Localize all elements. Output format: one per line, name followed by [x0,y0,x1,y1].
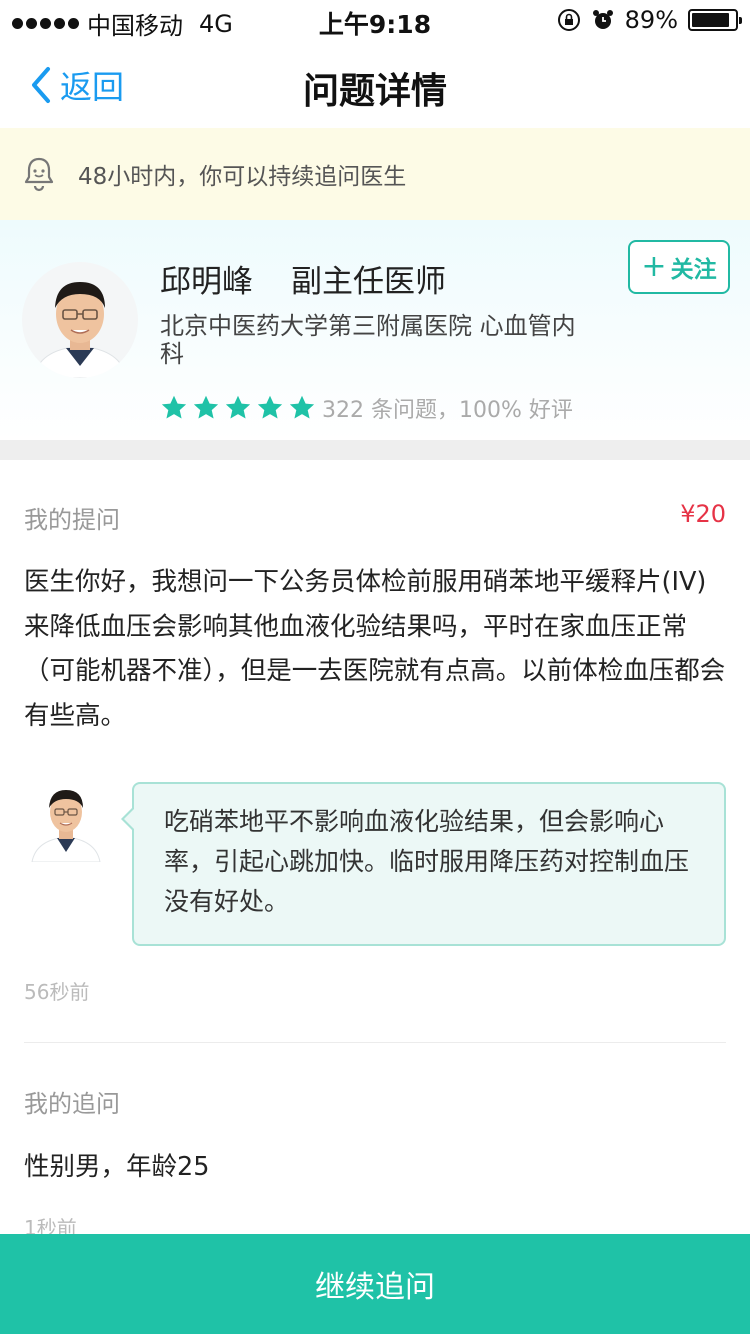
follow-button[interactable]: + 关注 [628,240,730,294]
star-icon [225,395,251,419]
star-icon [257,395,283,419]
followup-label: 我的追问 [24,1090,120,1118]
doctor-name-row: 邱明峰 副主任医师 [160,256,446,301]
doctor-title: 副主任医师 [291,264,446,300]
doctor-name: 邱明峰 [160,264,253,300]
notice-text: 48小时内，你可以持续追问医生 [78,164,407,190]
doctor-photo-small [28,778,104,862]
question-label: 我的提问 [24,506,120,534]
plus-icon: + [641,249,667,284]
doctor-avatar[interactable] [22,262,138,378]
nav-bar: 返回 问题详情 [0,40,750,128]
notice-banner: 48小时内，你可以持续追问医生 [0,128,750,220]
section-divider [0,440,750,460]
divider-line [24,1042,726,1043]
question-text: 医生你好，我想问一下公务员体检前服用硝苯地平缓释片(IV)来降低血压会影响其他血… [24,567,726,731]
question-price: ¥20 [680,500,726,528]
star-icon [193,395,219,419]
page-title: 问题详情 [302,71,447,112]
rating-stars [160,394,320,422]
doctor-card[interactable]: 邱明峰 副主任医师 北京中医药大学第三附属医院 心血管内科 + 关注 322 条问… [0,220,750,440]
answer-bubble: 吃硝苯地平不影响血液化验结果，但会影响心率，引起心跳加快。临时服用降压药对控制血… [121,782,726,946]
continue-ask-button[interactable]: 继续追问 [0,1234,750,1334]
star-icon [161,395,187,419]
answer-time: 56秒前 [24,980,90,1004]
doctor-rating: 322 条问题，100% 好评 [160,392,573,424]
rating-text: 322 条问题，100% 好评 [322,398,573,423]
doctor-photo [22,262,138,378]
battery-fill [692,13,730,27]
answer-text: 吃硝苯地平不影响血液化验结果，但会影响心率，引起心跳加快。临时服用降压药对控制血… [164,807,690,916]
alarm-icon [592,10,613,29]
battery-percent: 89% [624,6,678,34]
star-icon [289,395,315,419]
status-bar: 中国移动 4G 上午9:18 89% [0,0,750,40]
status-right: 89% [557,6,742,34]
follow-label: 关注 [670,257,717,283]
rotation-lock-icon [557,9,580,31]
doctor-hospital: 北京中医药大学第三附属医院 心血管内科 [160,312,576,368]
answer-doctor-avatar[interactable] [28,778,104,862]
followup-text: 性别男，年龄25 [24,1152,210,1182]
bell-icon [24,157,54,192]
battery-icon [688,9,742,31]
continue-ask-label: 继续追问 [315,1270,435,1305]
